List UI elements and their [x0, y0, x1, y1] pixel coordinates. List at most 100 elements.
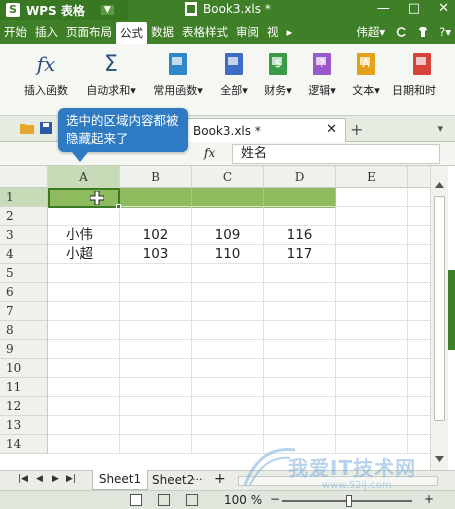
cell-c4[interactable]: 110	[192, 245, 264, 264]
grid-cell[interactable]	[48, 283, 120, 302]
grid-cell[interactable]	[48, 302, 120, 321]
row-header[interactable]: 13	[0, 416, 48, 435]
row-header[interactable]: 3	[0, 226, 48, 245]
menu-more-icon[interactable]: ▸	[283, 20, 297, 44]
menu-view[interactable]: 视	[263, 20, 283, 44]
grid-cell[interactable]	[336, 397, 408, 416]
add-sheet-icon[interactable]: +	[214, 471, 226, 487]
fx-icon[interactable]: fx	[204, 146, 215, 160]
grid-cell[interactable]	[48, 359, 120, 378]
grid-cell[interactable]	[120, 340, 192, 359]
grid-cell[interactable]	[48, 397, 120, 416]
grid-cell[interactable]	[120, 302, 192, 321]
menu-data[interactable]: 数据	[147, 20, 178, 44]
next-sheet-icon[interactable]: ▶	[52, 474, 59, 484]
grid-cell[interactable]	[408, 245, 430, 264]
grid-cell[interactable]	[408, 321, 430, 340]
grid-cell[interactable]	[264, 340, 336, 359]
cell-a3[interactable]: 小伟	[48, 226, 120, 245]
grid-cell[interactable]	[264, 207, 336, 226]
grid-cell[interactable]	[264, 416, 336, 435]
column-header-a[interactable]: A	[48, 166, 120, 188]
grid-cell[interactable]	[192, 321, 264, 340]
formula-input[interactable]: 姓名	[232, 144, 440, 164]
user-menu[interactable]: 伟超▾	[356, 24, 385, 40]
menu-insert[interactable]: 插入	[31, 20, 62, 44]
datetime-functions-button[interactable]: 日期和时	[392, 52, 452, 98]
grid-cell[interactable]	[48, 378, 120, 397]
cell-c3[interactable]: 109	[192, 226, 264, 245]
common-functions-button[interactable]: 常用函数▾	[148, 52, 208, 98]
grid-cell[interactable]	[120, 397, 192, 416]
grid-cell[interactable]	[408, 416, 430, 435]
grid-cell[interactable]	[192, 340, 264, 359]
grid-cell[interactable]	[408, 359, 430, 378]
column-header-c[interactable]: C	[192, 166, 264, 188]
grid-cell[interactable]	[48, 321, 120, 340]
grid-cell[interactable]	[192, 397, 264, 416]
row-header[interactable]: 6	[0, 283, 48, 302]
grid-cell[interactable]	[192, 283, 264, 302]
zoom-in-icon[interactable]: +	[424, 492, 434, 506]
grid-cell[interactable]	[120, 207, 192, 226]
normal-view-icon[interactable]	[130, 494, 142, 506]
row-header[interactable]: 14	[0, 435, 48, 454]
vertical-scrollbar[interactable]	[430, 166, 448, 470]
grid-cell[interactable]	[120, 264, 192, 283]
row-header[interactable]: 9	[0, 340, 48, 359]
grid-cell[interactable]	[120, 416, 192, 435]
row-header[interactable]: 7	[0, 302, 48, 321]
grid-cell[interactable]	[192, 207, 264, 226]
insert-function-button[interactable]: fx 插入函数	[20, 52, 72, 98]
grid-cell[interactable]	[336, 321, 408, 340]
grid-cell[interactable]	[336, 283, 408, 302]
grid-cell[interactable]	[264, 435, 336, 454]
grid-cell[interactable]	[192, 359, 264, 378]
grid-cell[interactable]	[264, 283, 336, 302]
text-functions-button[interactable]: A 文本▾	[346, 52, 386, 98]
menu-formulas[interactable]: 公式	[116, 22, 147, 44]
select-all-corner[interactable]	[0, 166, 48, 188]
zoom-slider-thumb[interactable]	[346, 495, 352, 507]
grid-cell[interactable]	[336, 264, 408, 283]
cell-d4[interactable]: 117	[264, 245, 336, 264]
last-sheet-icon[interactable]: ▶|	[66, 474, 76, 484]
grid-cell[interactable]	[408, 283, 430, 302]
more-sheets-icon[interactable]: ···	[192, 473, 203, 486]
active-cell[interactable]	[48, 188, 120, 208]
row-header[interactable]: 4	[0, 245, 48, 264]
grid-cell[interactable]	[120, 435, 192, 454]
maximize-icon[interactable]: □	[408, 1, 420, 16]
sheet-tab-sheet1[interactable]: Sheet1	[92, 470, 148, 490]
grid-cell[interactable]	[408, 302, 430, 321]
grid-cell[interactable]	[192, 416, 264, 435]
menu-home[interactable]: 开始	[0, 20, 31, 44]
grid-cell[interactable]	[264, 188, 336, 207]
row-header[interactable]: 11	[0, 378, 48, 397]
grid-cell[interactable]	[48, 416, 120, 435]
grid-cell[interactable]	[120, 359, 192, 378]
grid-cell[interactable]	[408, 264, 430, 283]
grid-cell[interactable]	[264, 359, 336, 378]
refresh-icon[interactable]	[395, 26, 407, 38]
grid-cell[interactable]	[408, 188, 430, 207]
grid-cell[interactable]	[192, 264, 264, 283]
grid-cell[interactable]	[408, 435, 430, 454]
grid-cell[interactable]	[336, 416, 408, 435]
cell-b4[interactable]: 103	[120, 245, 192, 264]
app-menu-button[interactable]: S WPS 表格 ▼	[0, 0, 128, 20]
row-header[interactable]: 8	[0, 321, 48, 340]
grid-cell[interactable]	[336, 302, 408, 321]
scrollbar-thumb[interactable]	[434, 196, 445, 421]
sheet-tab-sheet2[interactable]: Sheet2	[152, 473, 194, 487]
grid-cell[interactable]	[120, 283, 192, 302]
grid-cell[interactable]	[336, 245, 408, 264]
grid-cell[interactable]	[408, 226, 430, 245]
all-functions-button[interactable]: 全部▾	[214, 52, 254, 98]
column-header-e[interactable]: E	[336, 166, 408, 188]
grid-cell[interactable]	[192, 435, 264, 454]
zoom-out-icon[interactable]: −	[270, 492, 280, 506]
grid-cell[interactable]	[336, 378, 408, 397]
grid-cell[interactable]	[408, 340, 430, 359]
grid-cell[interactable]	[48, 207, 120, 226]
